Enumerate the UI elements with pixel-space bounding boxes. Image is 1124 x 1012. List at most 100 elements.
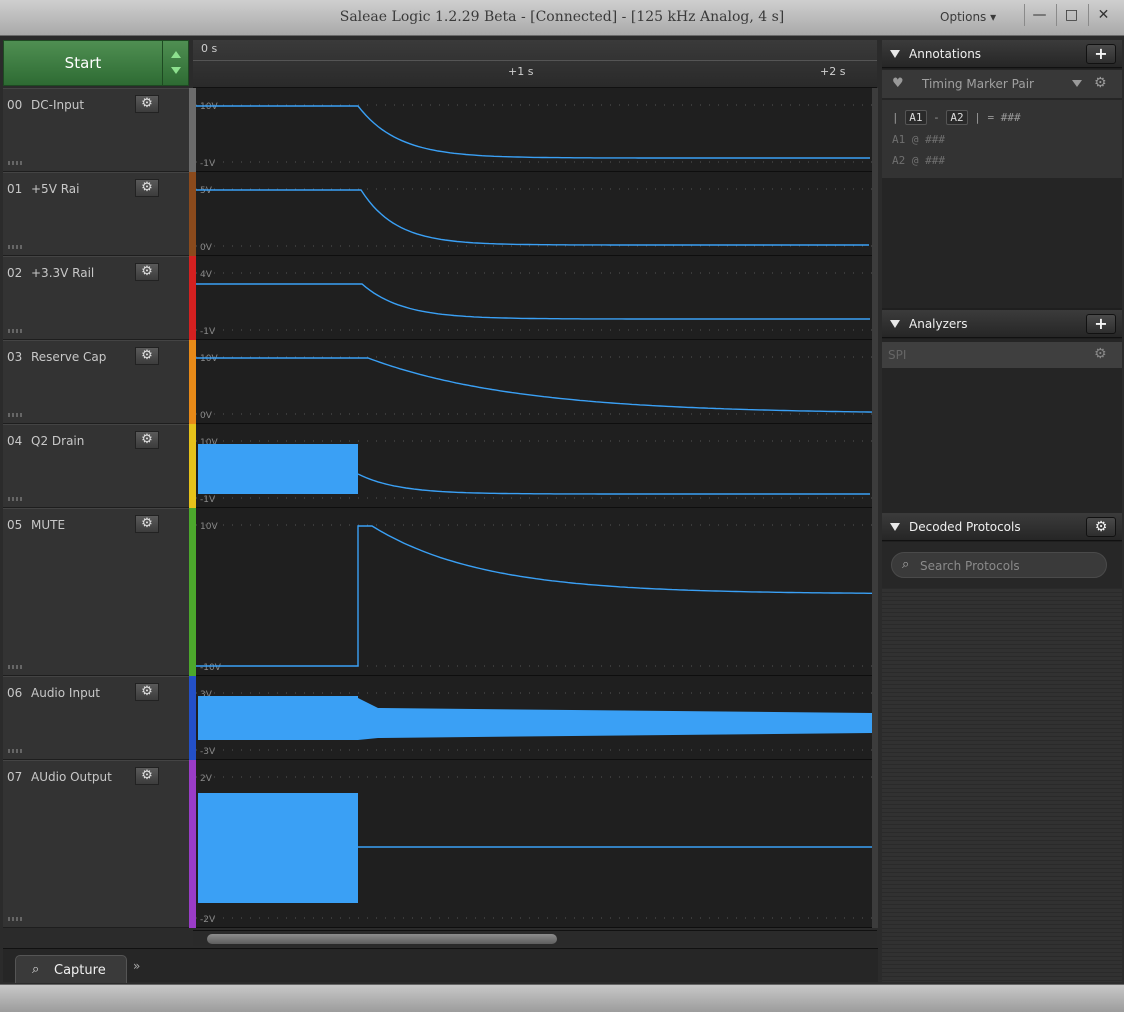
channel-row[interactable]: 06 Audio Input ⚙ [3,676,189,760]
analyzer-name: SPI [888,348,907,362]
close-button[interactable]: ✕ [1088,4,1118,26]
time-ruler[interactable]: 0 s +1 s +2 s [193,40,877,88]
waveform-burst [198,444,358,494]
gear-icon[interactable]: ⚙ [135,515,159,533]
channel-row[interactable]: 07 AUdio Output ⚙ [3,760,189,928]
analyzers-title: Analyzers [909,317,968,331]
add-analyzer-button[interactable]: + [1086,314,1116,334]
channel-name[interactable]: +5V Rai [31,182,79,196]
collapse-triangle-icon[interactable] [890,50,900,58]
a1-position: A1 @ ### [892,133,945,146]
channel-row[interactable]: 01 +5V Rai ⚙ [3,172,189,256]
gear-icon[interactable]: ⚙ [135,431,159,449]
channel-row[interactable]: 03 Reserve Cap ⚙ [3,340,189,424]
channel-number: 04 [7,434,23,448]
lane-background [196,172,872,256]
gear-icon[interactable]: ⚙ [1094,75,1107,91]
start-options-spinner[interactable] [162,41,188,85]
channel-name[interactable]: Q2 Drain [31,434,84,448]
channel-name[interactable]: MUTE [31,518,65,532]
drag-handle-icon[interactable] [8,665,22,669]
start-button[interactable]: Start [3,40,189,86]
title-bar: Saleae Logic 1.2.29 Beta - [Connected] -… [0,0,1124,36]
gear-icon[interactable]: ⚙ [135,767,159,785]
channel-row[interactable]: 05 MUTE ⚙ [3,508,189,676]
gear-icon[interactable]: ⚙ [135,263,159,281]
gear-icon[interactable]: ⚙ [1094,346,1107,362]
channel-number: 03 [7,350,23,364]
channel-color-bar [189,88,196,172]
channel-number: 06 [7,686,23,700]
axis-max-label: 4V [200,270,213,280]
scrollbar-thumb[interactable] [207,934,557,944]
channel-number: 00 [7,98,23,112]
drag-handle-icon[interactable] [8,329,22,333]
decoded-protocols-header[interactable]: Decoded Protocols ⚙ [882,513,1122,541]
channel-name[interactable]: DC-Input [31,98,84,112]
dash-glyph: - [933,111,940,124]
add-annotation-button[interactable]: + [1086,44,1116,64]
capture-tab[interactable]: ⌕ Capture [15,955,127,983]
vertical-scrollbar[interactable] [872,88,878,928]
channel-number: 07 [7,770,23,784]
gear-icon[interactable]: ⚙ [135,683,159,701]
gear-icon[interactable]: ⚙ [135,179,159,197]
channel-row[interactable]: 04 Q2 Drain ⚙ [3,424,189,508]
horizontal-scrollbar[interactable] [193,930,877,946]
lane-background [196,256,872,340]
axis-max-label: 10V [200,522,218,532]
dropdown-arrow-icon[interactable] [1072,80,1082,87]
arrow-down-icon[interactable] [171,67,181,74]
protocol-search-box[interactable]: ⌕ [891,552,1107,578]
channel-row[interactable]: 02 +3.3V Rail ⚙ [3,256,189,340]
drag-handle-icon[interactable] [8,917,22,921]
a2-tag[interactable]: A2 [946,110,968,125]
drag-handle-icon[interactable] [8,749,22,753]
bar-glyph: | [892,111,899,124]
drag-handle-icon[interactable] [8,413,22,417]
collapse-triangle-icon[interactable] [890,320,900,328]
axis-min-label: -1V [200,327,216,337]
ruler-divider [193,60,877,61]
channel-name[interactable]: +3.3V Rail [31,266,94,280]
decoded-protocols-list [882,588,1122,982]
lane-background [196,340,872,424]
minimize-button[interactable]: — [1024,4,1054,26]
a2-position: A2 @ ### [892,154,945,167]
drag-handle-icon[interactable] [8,245,22,249]
search-input[interactable] [920,557,1100,575]
axis-min-label: 0V [200,411,213,421]
gear-icon[interactable]: ⚙ [135,95,159,113]
capture-icon: ⌕ [32,962,40,977]
waveform-area[interactable]: 10V -1V 5V 0V 4V -1V 10V 0V 10V -1V 10V -10V 3V -3V 2V… [196,88,872,928]
channel-number: 02 [7,266,23,280]
gear-icon[interactable]: ⚙ [135,347,159,365]
channel-color-bar [189,256,196,340]
analyzers-header[interactable]: Analyzers + [882,310,1122,338]
options-menu[interactable]: Options ▾ [940,10,996,24]
annotations-header[interactable]: Annotations + [882,40,1122,68]
channel-name[interactable]: Audio Input [31,686,100,700]
annotations-title: Annotations [909,47,982,61]
axis-min-label: -2V [200,915,216,925]
channel-name[interactable]: AUdio Output [31,770,112,784]
channel-row[interactable]: 00 DC-Input ⚙ [3,88,189,172]
channel-number: 01 [7,182,23,196]
timing-marker-row[interactable]: ♥ Timing Marker Pair ⚙ [882,70,1122,98]
channel-color-bar [189,424,196,508]
collapse-triangle-icon[interactable] [890,523,900,531]
drag-handle-icon[interactable] [8,497,22,501]
arrow-up-icon[interactable] [171,51,181,58]
right-panel: Annotations + ♥ Timing Marker Pair ⚙ | A… [882,40,1122,982]
axis-min-label: -1V [200,495,216,505]
waveform-canvas[interactable]: 10V-1V5V0V4V-1V10V0V10V-1V10V-10V3V-3V2V… [196,88,872,928]
channel-name[interactable]: Reserve Cap [31,350,106,364]
channel-color-bar [189,340,196,424]
analyzer-item[interactable]: SPI ⚙ [882,342,1122,368]
gear-icon[interactable]: ⚙ [1086,517,1116,537]
drag-handle-icon[interactable] [8,161,22,165]
start-button-label: Start [64,54,102,72]
a1-tag[interactable]: A1 [905,110,927,125]
chevrons-right-icon[interactable]: » [133,959,140,973]
maximize-button[interactable]: □ [1056,4,1086,26]
